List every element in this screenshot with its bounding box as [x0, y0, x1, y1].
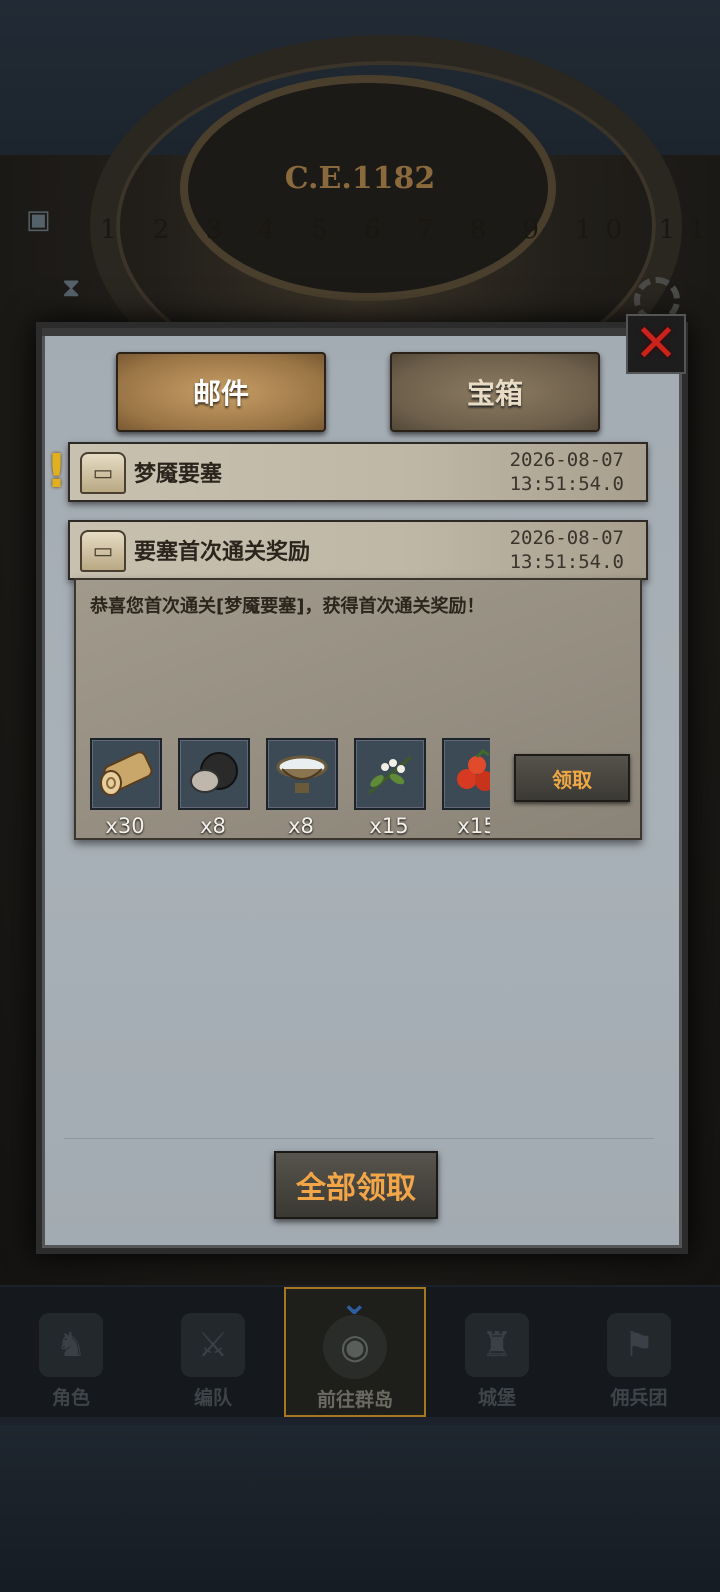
- mail-message: 恭喜您首次通关[梦魇要塞]，获得首次通关奖励！: [90, 596, 485, 617]
- hourglass-icon[interactable]: ⧗: [62, 273, 80, 304]
- divider: [64, 1138, 654, 1139]
- herb-icon: [354, 738, 426, 810]
- reward-item[interactable]: x15: [442, 738, 490, 838]
- reward-quantity: x15: [457, 814, 490, 838]
- log-icon: [90, 738, 162, 810]
- berries-icon: [442, 738, 490, 810]
- mail-timestamp: 2026-08-07 13:51:54.0: [510, 448, 624, 496]
- truffle-icon: [178, 738, 250, 810]
- reward-quantity: x30: [105, 814, 145, 838]
- reward-quantity: x8: [288, 814, 314, 838]
- islands-icon: ◉: [323, 1315, 387, 1379]
- close-button[interactable]: ✕: [626, 314, 686, 374]
- mail-content-panel: 恭喜您首次通关[梦魇要塞]，获得首次通关奖励！ x30 x8 x8 x15 x1…: [74, 578, 642, 840]
- dial-numbers: 1 2 3 4 5 6 7 8 9 10 11: [100, 215, 720, 245]
- reward-quantity: x15: [369, 814, 409, 838]
- mail-timestamp: 2026-08-07 13:51:54.0: [510, 526, 624, 574]
- chevron-down-icon: ⌄: [340, 1283, 369, 1323]
- formation-icon: ⚔: [181, 1313, 245, 1377]
- nav-label: 角色: [51, 1387, 90, 1409]
- tab-mail[interactable]: 邮件: [116, 352, 326, 432]
- mail-title: 要塞首次通关奖励: [134, 540, 311, 565]
- unread-exclamation-icon: !: [46, 444, 67, 498]
- tab-chest[interactable]: 宝箱: [390, 352, 600, 432]
- scroll-icon[interactable]: ▣: [26, 205, 51, 235]
- era-label: C.E.1182: [284, 161, 436, 196]
- claim-all-button[interactable]: 全部领取: [274, 1151, 438, 1219]
- character-icon: ♞: [39, 1313, 103, 1377]
- nav-label: 编队: [193, 1387, 232, 1409]
- nav-label: 前往群岛: [316, 1389, 393, 1411]
- reward-items-list[interactable]: x30 x8 x8 x15 x15: [90, 738, 490, 838]
- chest-icon: ▭: [80, 452, 126, 494]
- mail-title: 梦魇要塞: [134, 462, 223, 487]
- modal-top-border: [42, 328, 682, 336]
- nav-label: 城堡: [477, 1387, 516, 1409]
- mail-time: 13:51:54.0: [509, 551, 624, 573]
- nav-item-mercenary[interactable]: ⚑ 佣兵团: [568, 1287, 710, 1417]
- claim-button[interactable]: 领取: [514, 754, 630, 802]
- mail-date: 2026-08-07: [509, 449, 624, 471]
- reward-item[interactable]: x8: [178, 738, 250, 838]
- reward-item[interactable]: x8: [266, 738, 338, 838]
- mail-time: 13:51:54.0: [509, 473, 624, 495]
- mail-item[interactable]: ▭ 要塞首次通关奖励 2026-08-07 13:51:54.0: [68, 520, 648, 580]
- reward-quantity: x8: [200, 814, 226, 838]
- reward-item[interactable]: x15: [354, 738, 426, 838]
- reward-item[interactable]: x30: [90, 738, 162, 838]
- mail-item[interactable]: ▭ 梦魇要塞 2026-08-07 13:51:54.0: [68, 442, 648, 502]
- mail-date: 2026-08-07: [509, 527, 624, 549]
- castle-icon: ♜: [465, 1313, 529, 1377]
- chest-icon: ▭: [80, 530, 126, 572]
- nav-item-formation[interactable]: ⚔ 编队: [142, 1287, 284, 1417]
- mercenary-icon: ⚑: [607, 1313, 671, 1377]
- nav-item-castle[interactable]: ♜ 城堡: [426, 1287, 568, 1417]
- bowl-icon: [266, 738, 338, 810]
- close-icon: ✕: [634, 314, 678, 374]
- bottom-band: [0, 1425, 720, 1592]
- nav-item-character[interactable]: ♞ 角色: [0, 1287, 142, 1417]
- nav-label: 佣兵团: [610, 1387, 668, 1409]
